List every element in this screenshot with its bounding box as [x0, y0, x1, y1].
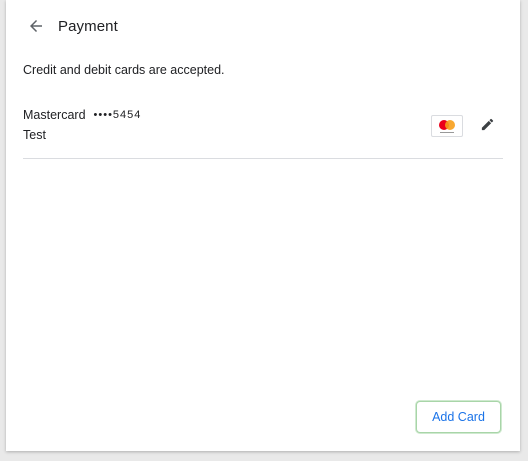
card-summary: Mastercard ••••5454	[23, 108, 141, 122]
card-holder-name: Test	[23, 128, 46, 142]
card-list-item: Mastercard ••••5454 Test	[23, 104, 503, 159]
pencil-icon	[481, 118, 493, 130]
arrow-back-icon	[30, 20, 42, 32]
payment-panel: Payment Credit and debit cards are accep…	[6, 0, 520, 451]
back-button[interactable]	[22, 12, 50, 40]
payment-description: Credit and debit cards are accepted.	[23, 63, 225, 77]
header: Payment	[22, 12, 118, 40]
edit-card-button[interactable]	[475, 112, 499, 136]
add-card-button[interactable]: Add Card	[416, 401, 501, 433]
card-brand: Mastercard	[23, 108, 86, 122]
page-title: Payment	[58, 17, 118, 35]
card-number: ••••5454	[93, 109, 142, 121]
mastercard-logo-icon	[431, 115, 463, 137]
